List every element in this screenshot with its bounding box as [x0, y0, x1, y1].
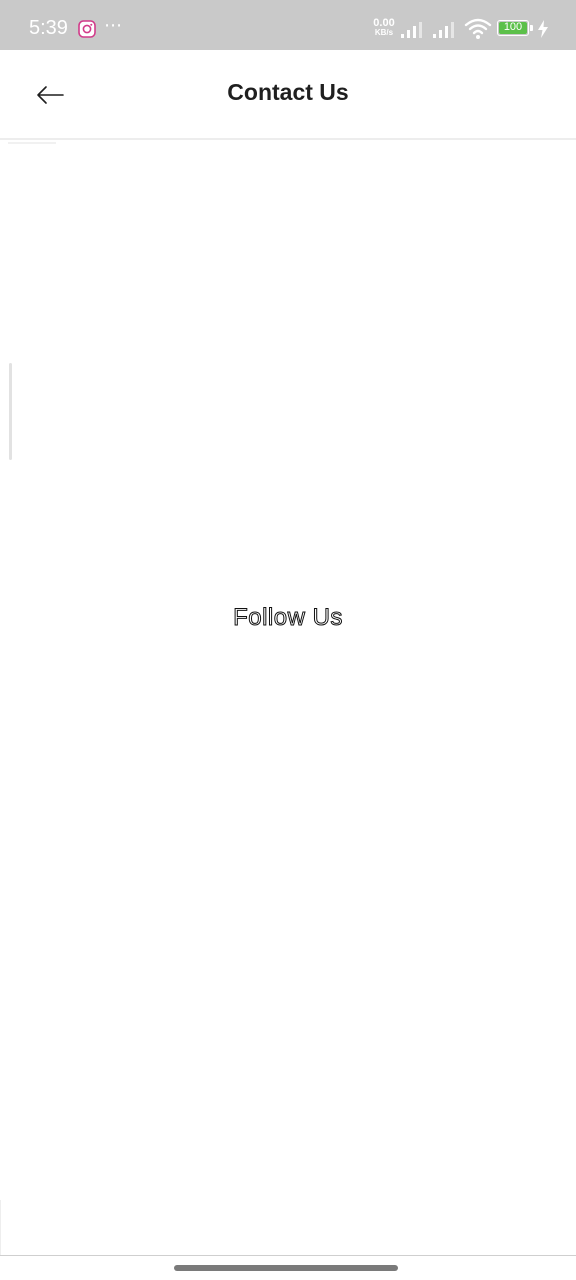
network-speed: 0.00 KB/s [369, 18, 399, 38]
status-bar: 5:39 ⋯ 0.00 KB/s 100 [0, 0, 576, 50]
edge-divider [0, 1200, 1, 1255]
more-notifications-icon: ⋯ [104, 15, 123, 36]
network-speed-value: 0.00 [373, 17, 395, 29]
scroll-indicator [9, 363, 12, 460]
instagram-icon [78, 20, 96, 38]
battery-tip [530, 25, 533, 31]
cellular-signal-icon [401, 22, 422, 38]
header-shadow-segment [8, 142, 56, 144]
charging-bolt-icon [538, 20, 548, 38]
page-title: Contact Us [227, 79, 349, 105]
navigation-divider [0, 1255, 576, 1256]
top-app-bar: Contact Us [0, 50, 576, 140]
network-speed-unit: KB/s [374, 28, 394, 37]
status-time: 5:39 [29, 17, 68, 39]
wifi-icon [464, 18, 492, 39]
follow-us-heading: Follow Us [233, 604, 343, 632]
battery-level: 100 [499, 22, 527, 34]
battery-icon: 100 [497, 20, 529, 36]
home-indicator[interactable] [174, 1265, 398, 1271]
cellular-signal-icon-2 [433, 22, 454, 38]
